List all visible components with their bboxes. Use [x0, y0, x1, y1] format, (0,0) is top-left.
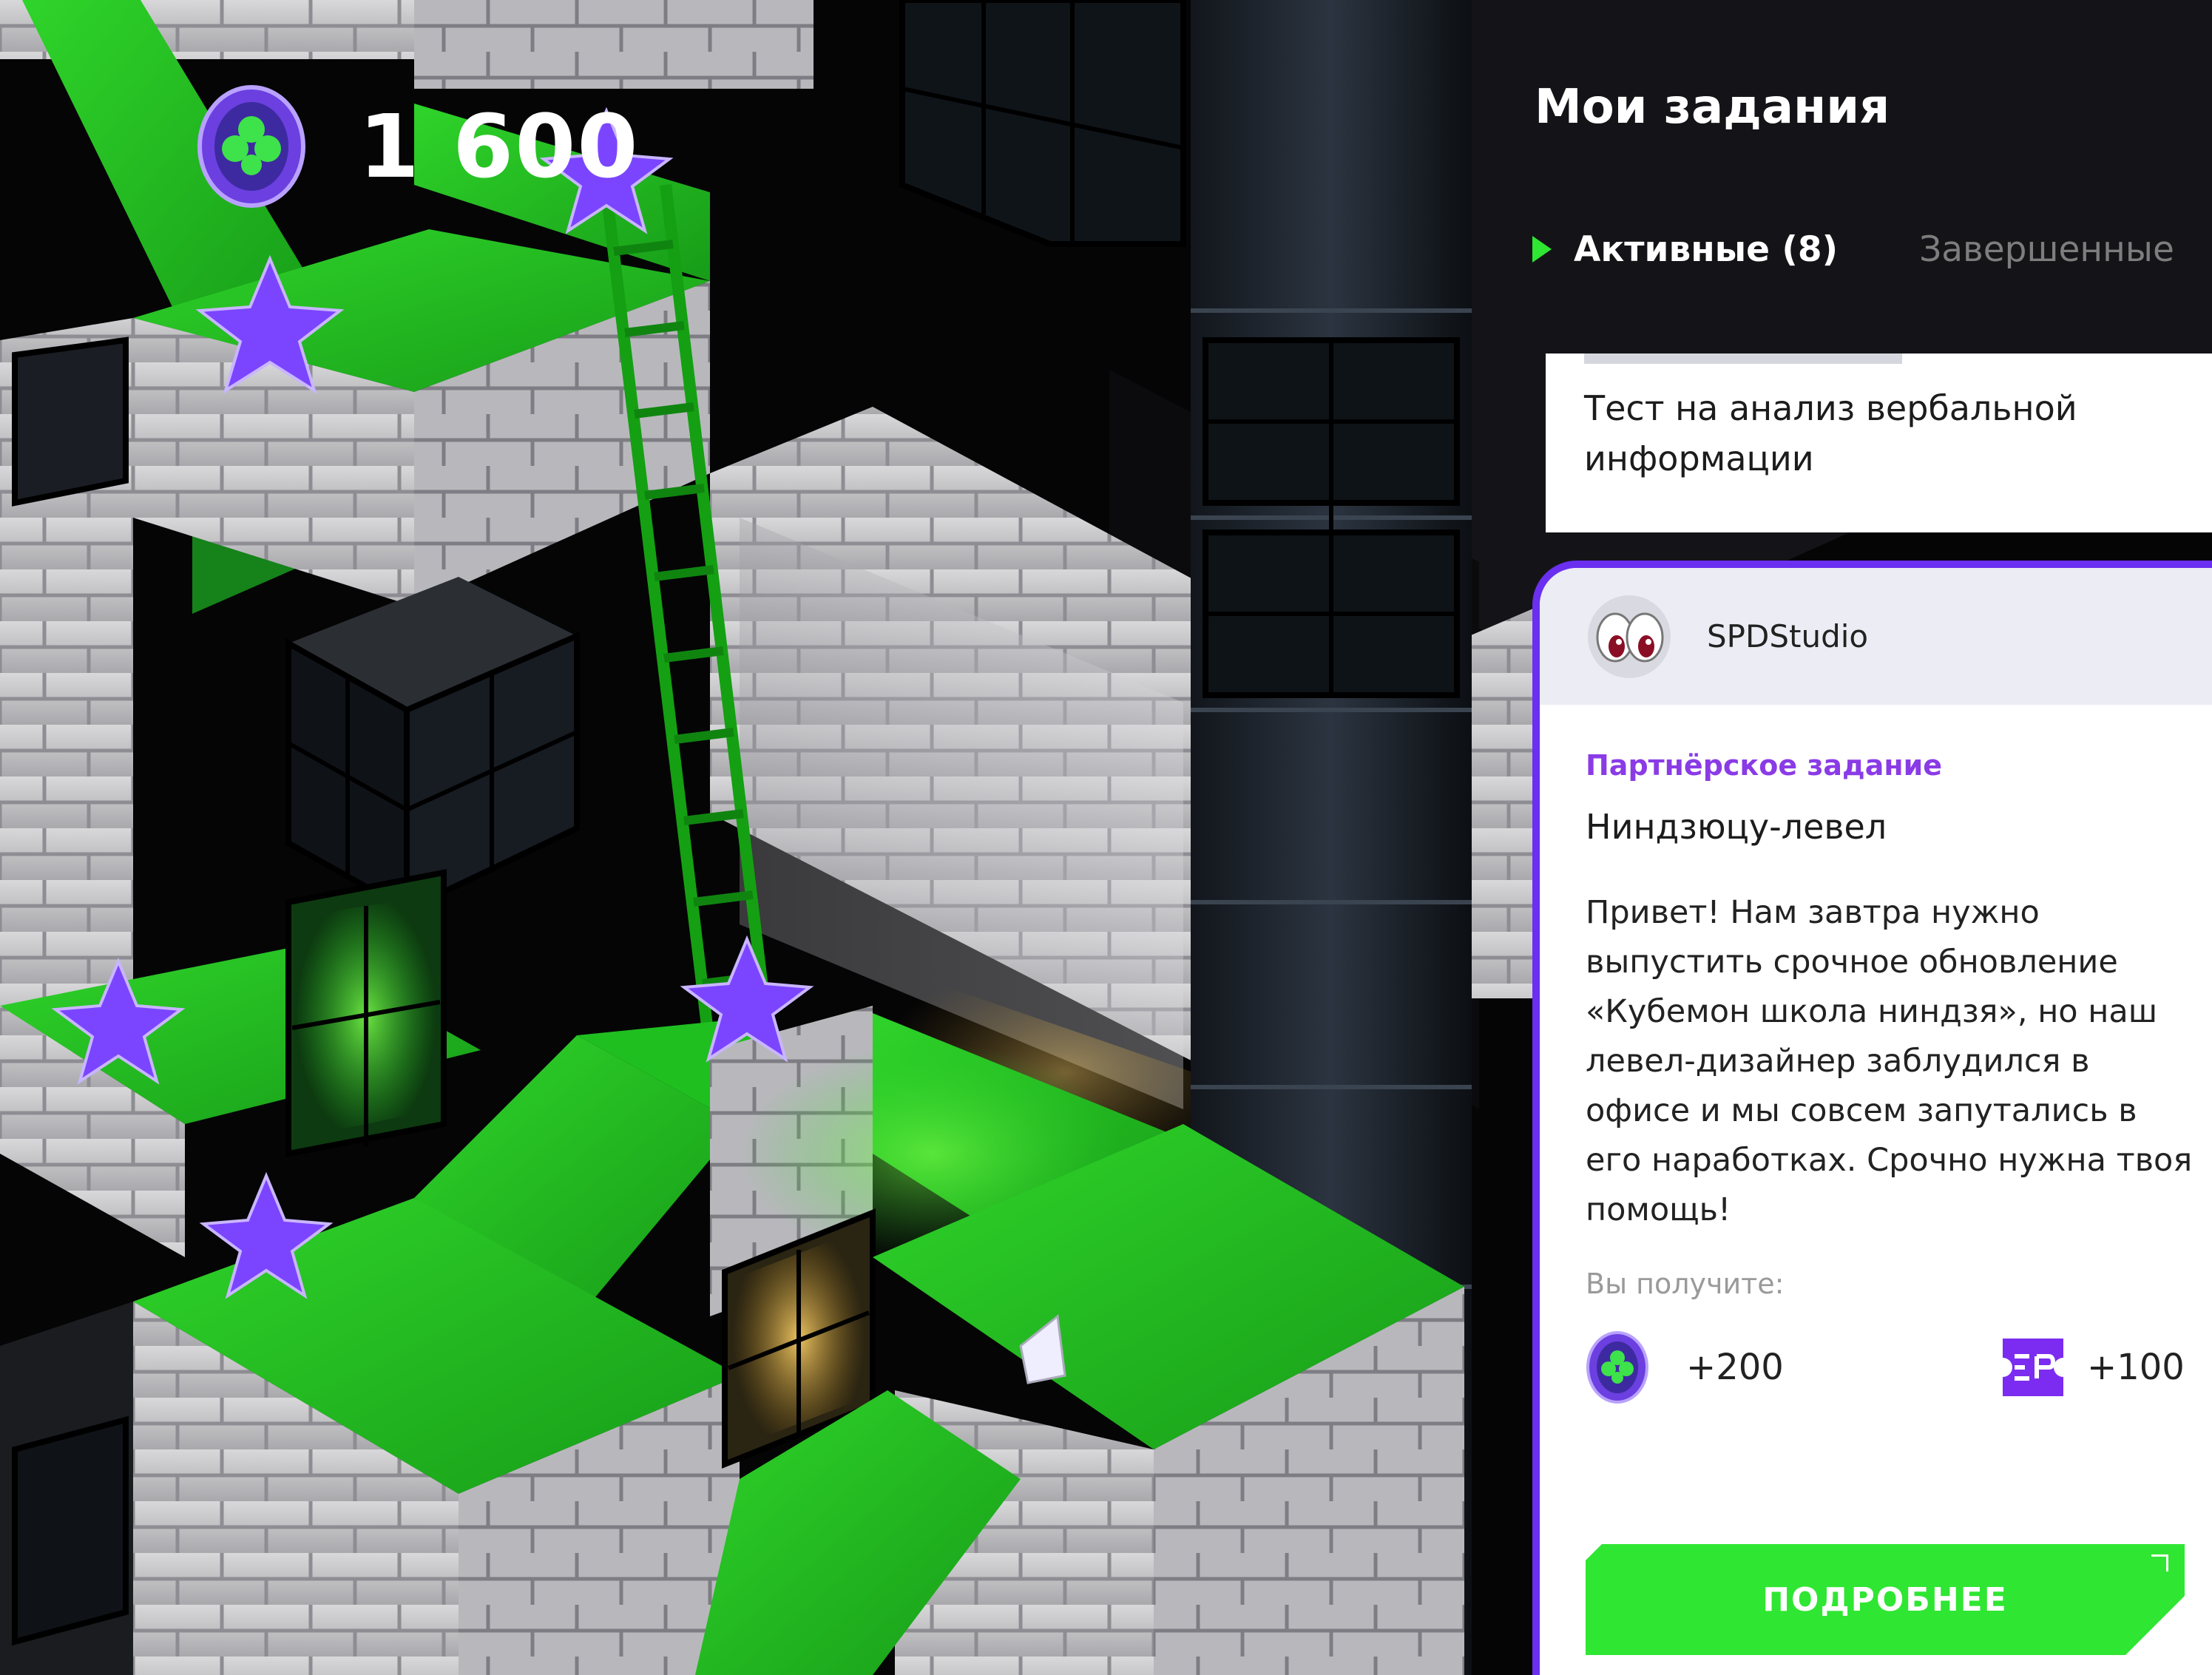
task-card[interactable]: Тест на анализ вербальной информации — [1546, 353, 2212, 532]
tab-active-label: Активные (8) — [1574, 229, 1839, 270]
details-button-label: ПОДРОБНЕЕ — [1762, 1580, 2008, 1619]
task-title: Тест на анализ вербальной информации — [1584, 383, 2212, 484]
details-button[interactable]: ПОДРОБНЕЕ — [1586, 1544, 2185, 1655]
partner-body: Партнёрское задание Ниндзюцу-левел Приве… — [1540, 705, 2212, 1408]
clover-coin-icon — [1586, 1331, 1648, 1404]
partner-task-description: Привет! Нам завтра нужно выпустить срочн… — [1586, 894, 2193, 1228]
panel-title: Мои задания — [1535, 80, 1890, 135]
tab-completed[interactable]: Завершенные — [1919, 229, 2174, 270]
task-title-line: Тест на анализ вербальной — [1584, 388, 2077, 428]
reward-coins: +200 — [1586, 1327, 1784, 1408]
reward-coins-value: +200 — [1686, 1347, 1784, 1388]
partner-task-title: Ниндзюцу-левел — [1586, 807, 1887, 847]
tab-active[interactable]: Активные (8) — [1532, 229, 1838, 270]
partner-name: SPDStudio — [1707, 618, 1869, 654]
task-tabs: Активные (8) Завершенные — [1532, 223, 2174, 275]
partner-header: SPDStudio — [1540, 568, 2212, 705]
partner-task-label: Партнёрское задание — [1586, 749, 1943, 782]
reward-tickets-value: +100 — [2087, 1347, 2185, 1388]
tab-completed-label: Завершенные — [1919, 229, 2174, 270]
coin-balance: 1 600 — [359, 95, 640, 197]
clipped-label — [1584, 353, 1902, 364]
reward-label: Вы получите: — [1586, 1268, 1785, 1300]
reward-tickets: +100 — [2000, 1327, 2185, 1408]
partner-task-card[interactable]: SPDStudio Партнёрское задание Ниндзюцу-л… — [1532, 561, 2212, 1675]
clover-coin-icon — [197, 85, 305, 208]
partner-logo-icon — [1588, 595, 1671, 678]
task-title-line: информации — [1584, 439, 1814, 478]
corner-arrow-icon — [2151, 1554, 2168, 1571]
ticket-icon — [2003, 1339, 2063, 1396]
coin-counter: 1 600 — [196, 80, 640, 213]
play-arrow-icon — [1532, 236, 1552, 263]
rewards: +200 +100 — [1586, 1327, 2212, 1408]
